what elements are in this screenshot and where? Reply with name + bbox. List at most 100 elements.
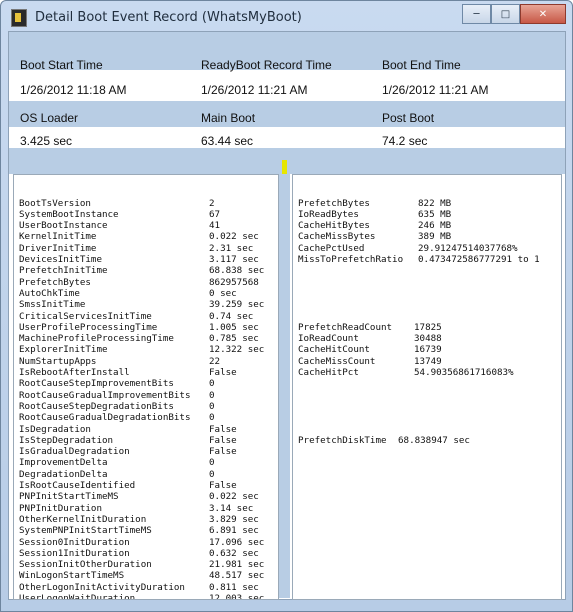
metric-value: 0 [209, 457, 215, 469]
metric-name: SystemBootInstance [19, 208, 119, 220]
metric-value: 635 MB [418, 208, 452, 220]
summary-value-row-2: 3.425 sec 63.44 sec 74.2 sec [9, 127, 565, 148]
prefetch-bytes-group: PrefetchBytes 822 MB IoReadBytes 635 MB Cach… [293, 198, 561, 266]
metric-value: 30488 [414, 333, 442, 345]
boot-metrics-pane[interactable]: BootTsVersion 2 SystemBootInstance 67 UserBo… [13, 174, 279, 600]
metric-name: Session1InitDuration [19, 547, 130, 559]
list-item: CriticalServicesInitTime 0.74 sec [14, 311, 278, 322]
metric-value: 17.096 sec [209, 536, 265, 548]
list-item: OtherLogonInitActivityDuration 0.811 sec [14, 582, 278, 593]
metric-value: 54.90356861716083% [414, 367, 514, 379]
list-item: UserProfileProcessingTime 1.005 sec [14, 322, 278, 333]
metric-value: 0.811 sec [209, 581, 259, 593]
metric-value: 0.632 sec [209, 547, 259, 559]
metric-value: 12.003 sec [209, 592, 265, 600]
metric-value: False [209, 367, 237, 379]
list-item: PNPInitStartTimeMS 0.022 sec [14, 491, 278, 502]
metric-name: IoReadCount [298, 333, 359, 345]
section-separator [9, 148, 565, 174]
metric-name: CacheHitPct [298, 367, 359, 379]
metric-value: 29.91247514037768% [418, 242, 518, 254]
close-icon: ✕ [538, 8, 548, 20]
metric-value: 12.322 sec [209, 344, 265, 356]
maximize-button[interactable]: □ [491, 4, 520, 24]
metric-value: 822 MB [418, 197, 452, 209]
metric-value: False [209, 423, 237, 435]
metric-name: IsRebootAfterInstall [19, 367, 130, 379]
boot-metrics-list: BootTsVersion 2 SystemBootInstance 67 UserBo… [14, 197, 278, 600]
value-boot-start-time: 1/26/2012 11:18 AM [20, 83, 127, 97]
header-boot-start-time: Boot Start Time [20, 58, 103, 72]
list-item: DevicesInitTime 3.117 sec [14, 254, 278, 265]
metric-name: PrefetchBytes [298, 197, 370, 209]
list-item: SessionInitOtherDuration 21.981 sec [14, 559, 278, 570]
metric-value: False [209, 446, 237, 458]
title-bar[interactable]: Detail Boot Event Record (WhatsMyBoot) ─… [1, 1, 572, 31]
header-os-loader: OS Loader [20, 111, 79, 125]
prefetch-count-group: PrefetchReadCount 17825 IoReadCount 30488 Ca… [293, 322, 561, 378]
prefetch-metrics-pane[interactable]: PrefetchBytes 822 MB IoReadBytes 635 MB Cach… [292, 174, 562, 600]
list-item: IsStepDegradation False [14, 435, 278, 446]
value-boot-end-time: 1/26/2012 11:21 AM [382, 83, 489, 97]
prefetch-disk-group: PrefetchDiskTime 68.838947 sec [293, 435, 561, 446]
resize-grip[interactable] [282, 160, 287, 174]
pane-splitter[interactable] [279, 174, 290, 598]
header-boot-end-time: Boot End Time [382, 58, 461, 72]
list-item: PrefetchBytes 862957568 [14, 277, 278, 288]
list-item: Session1InitDuration 0.632 sec [14, 548, 278, 559]
metric-value: 862957568 [209, 276, 259, 288]
list-item: PrefetchDiskTime 68.838947 sec [293, 435, 561, 446]
metric-name: BootTsVersion [19, 197, 91, 209]
summary-value-row-1: 1/26/2012 11:18 AM 1/26/2012 11:21 AM 1/… [9, 75, 565, 101]
list-item: Session0InitDuration 17.096 sec [14, 537, 278, 548]
metric-value: 0 [209, 389, 215, 401]
list-item: IsRebootAfterInstall False [14, 367, 278, 378]
list-item: IsDegradation False [14, 424, 278, 435]
minimize-button[interactable]: ─ [462, 4, 491, 24]
list-item: RootCauseStepDegradationBits 0 [14, 401, 278, 412]
list-item: RootCauseStepImprovementBits 0 [14, 378, 278, 389]
value-post-boot: 74.2 sec [382, 134, 428, 148]
client-area: Boot Start Time ReadyBoot Record Time Bo… [8, 31, 566, 600]
metric-name: CacheHitCount [298, 344, 370, 356]
metric-name: SmssInitTime [19, 299, 86, 311]
metric-value: 6.891 sec [209, 525, 259, 537]
metric-name: IsRootCauseIdentified [19, 480, 136, 492]
list-item: RootCauseGradualDegradationBits 0 [14, 412, 278, 423]
list-item: CacheHitCount 16739 [293, 344, 561, 355]
metric-name: UserProfileProcessingTime [19, 321, 158, 333]
metric-value: 389 MB [418, 231, 452, 243]
metric-name: UserBootInstance [19, 220, 108, 232]
metric-name: RootCauseGradualDegradationBits [19, 412, 191, 424]
metric-name: SystemPNPInitStartTimeMS [19, 525, 152, 537]
metric-value: 3.14 sec [209, 502, 254, 514]
metric-name: DevicesInitTime [19, 254, 102, 266]
list-item: IoReadCount 30488 [293, 333, 561, 344]
metric-name: OtherLogonInitActivityDuration [19, 581, 185, 593]
metric-value: False [209, 480, 237, 492]
metric-name: CachePctUsed [298, 242, 365, 254]
value-readyboot-record-time: 1/26/2012 11:21 AM [201, 83, 308, 97]
metric-name: ExplorerInitTime [19, 344, 108, 356]
metric-name: WinLogonStartTimeMS [19, 570, 125, 582]
maximize-icon: □ [500, 8, 511, 20]
list-item: PrefetchReadCount 17825 [293, 322, 561, 333]
metric-name: PrefetchReadCount [298, 321, 393, 333]
metric-value: 0.74 sec [209, 310, 254, 322]
metric-value: 3.117 sec [209, 254, 259, 266]
list-item: CacheMissBytes 389 MB [293, 231, 561, 242]
window-controls: ─ □ ✕ [462, 4, 566, 24]
list-item: CacheHitPct 54.90356861716083% [293, 367, 561, 378]
close-button[interactable]: ✕ [520, 4, 566, 24]
metric-value: 0.022 sec [209, 491, 259, 503]
metric-name: CacheMissBytes [298, 231, 376, 243]
metric-name: CriticalServicesInitTime [19, 310, 152, 322]
metric-name: SessionInitOtherDuration [19, 559, 152, 571]
list-item: IoReadBytes 635 MB [293, 209, 561, 220]
metric-value: 17825 [414, 321, 442, 333]
list-item: ExplorerInitTime 12.322 sec [14, 344, 278, 355]
list-item: NumStartupApps 22 [14, 356, 278, 367]
metric-name: Session0InitDuration [19, 536, 130, 548]
metric-name: PrefetchInitTime [19, 265, 108, 277]
